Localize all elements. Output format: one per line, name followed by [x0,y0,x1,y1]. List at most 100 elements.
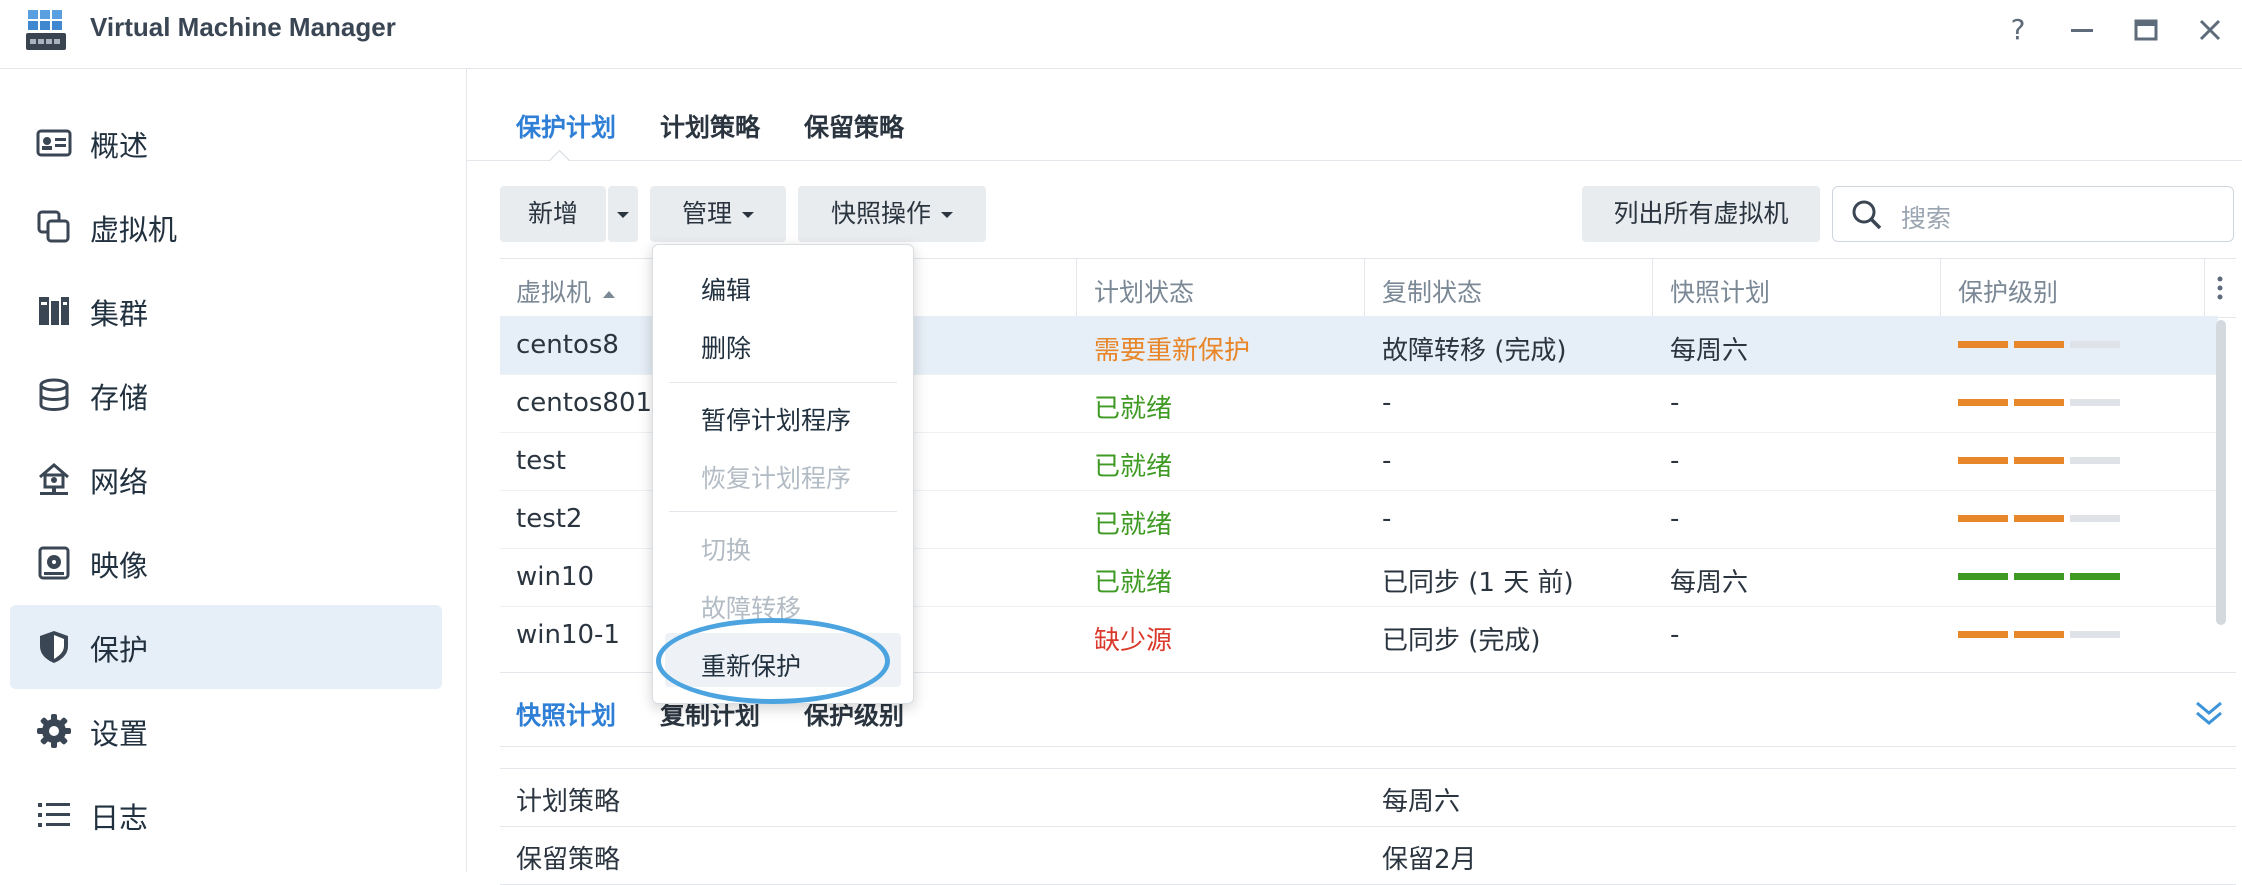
menu-item-switchover: 切换 [701,536,752,565]
cell-replication-status: - [1382,388,1392,418]
sidebar: 概述 虚拟机 集群 存储 网络 映像 保护 设置 日志 [0,69,467,872]
sidebar-item-label: 日志 [90,801,149,835]
snapshot-actions-label: 快照操作 [830,199,931,228]
add-button[interactable]: 新增 [500,186,606,242]
sidebar-item-label: 集群 [90,297,149,331]
cell-snapshot-plan: - [1670,620,1680,650]
menu-item-delete[interactable]: 删除 [701,329,751,365]
tab-retention-policy[interactable]: 保留策略 [804,108,904,144]
protection-level-segment [2070,341,2120,348]
protection-level-segment [1958,457,2008,464]
help-button[interactable]: ? [1998,12,2038,48]
column-header-replication-status[interactable]: 复制状态 [1382,273,1482,309]
sidebar-item-label: 虚拟机 [90,213,178,247]
protection-level-segment [2014,515,2064,522]
cell-plan-status: 已就绪 [1094,394,1173,424]
column-header-vm[interactable]: 虚拟机 [516,273,615,309]
sort-ascending-icon [602,290,615,298]
column-separator [1652,259,1653,317]
cell-replication-status: 故障转移 (完成) [1382,336,1567,366]
search-input[interactable]: 搜索 [1901,199,1951,235]
cell-replication-status: 已同步 (1 天 前) [1382,568,1574,598]
caret-down-icon [617,212,629,218]
list-icon [36,797,72,833]
tab-protection-plan[interactable]: 保护计划 [516,108,616,144]
cell-snapshot-plan: - [1670,388,1680,418]
cell-plan-status: 需要重新保护 [1094,336,1251,366]
menu-item-edit[interactable]: 编辑 [701,271,751,307]
menu-separator [669,382,897,383]
column-header-snapshot-plan[interactable]: 快照计划 [1670,273,1770,309]
tab-divider [466,160,2242,161]
protection-level-segment [2014,631,2064,638]
protection-level-segment [2070,573,2120,580]
sidebar-item-label: 存储 [90,381,149,415]
protection-level-segment [1958,341,2008,348]
reprotect-highlight-ring [656,618,890,704]
add-dropdown-button[interactable] [608,186,638,242]
minimize-button[interactable] [2062,12,2102,48]
sidebar-item-label: 设置 [90,717,149,751]
details-tab-divider [500,746,2236,747]
protection-level-segment [2014,457,2064,464]
sidebar-item-overview[interactable]: 概述 [10,101,442,185]
detail-key: 计划策略 [516,787,621,817]
vmm-app-icon [24,8,68,52]
active-tab-pointer [548,149,571,172]
cell-snapshot-plan: 每周六 [1670,568,1749,598]
list-all-vms-button[interactable]: 列出所有虚拟机 [1582,186,1820,242]
menu-item-pause-scheduler[interactable]: 暂停计划程序 [701,401,851,437]
cell-vm: test2 [516,504,583,534]
detail-row: 保留策略 保留2月 [500,827,2236,885]
column-options-icon[interactable] [2216,275,2224,305]
column-header-protection-level[interactable]: 保护级别 [1958,273,2058,309]
vm-copy-icon [36,209,72,245]
sidebar-item-vm[interactable]: 虚拟机 [10,185,442,269]
detail-value: 保留2月 [1382,845,1477,875]
sidebar-item-label: 网络 [90,465,149,499]
cell-snapshot-plan: 每周六 [1670,336,1749,366]
column-separator [1940,259,1941,317]
protection-level-segment [2070,457,2120,464]
cell-snapshot-plan: - [1670,446,1680,476]
sidebar-item-label: 映像 [90,549,149,583]
search-field[interactable]: 搜索 [1832,186,2234,242]
cell-plan-status: 已就绪 [1094,510,1173,540]
manage-label: 管理 [681,199,732,228]
gear-icon [36,713,72,749]
image-disk-icon [36,545,72,581]
manage-button[interactable]: 管理 [650,186,786,242]
protection-level-segment [2070,399,2120,406]
detail-row: 计划策略 每周六 [500,769,2236,827]
tab-schedule-policy[interactable]: 计划策略 [660,108,760,144]
cell-replication-status: - [1382,446,1392,476]
cell-vm: test [516,446,566,476]
sidebar-item-log[interactable]: 日志 [10,773,442,857]
table-scrollbar[interactable] [2216,320,2226,625]
close-button[interactable] [2190,12,2230,48]
sidebar-item-protection[interactable]: 保护 [10,605,442,689]
column-separator [1364,259,1365,317]
protection-level-segment [2070,631,2120,638]
column-header-label: 虚拟机 [516,278,592,307]
sidebar-item-cluster[interactable]: 集群 [10,269,442,353]
cell-vm: win10 [516,562,595,592]
sidebar-item-storage[interactable]: 存储 [10,353,442,437]
column-header-plan-status[interactable]: 计划状态 [1094,273,1194,309]
collapse-panel-icon[interactable] [2194,698,2224,732]
shield-icon [36,629,72,665]
cell-vm: centos801 [516,388,653,418]
maximize-button[interactable] [2126,12,2166,48]
sidebar-item-settings[interactable]: 设置 [10,689,442,773]
protection-level-segment [1958,399,2008,406]
search-icon [1851,199,1883,235]
snapshot-actions-button[interactable]: 快照操作 [798,186,986,242]
cell-replication-status: - [1382,504,1392,534]
protection-level-segment [2014,399,2064,406]
sidebar-item-image[interactable]: 映像 [10,521,442,605]
tab-snapshot-plan[interactable]: 快照计划 [516,696,616,732]
sidebar-item-network[interactable]: 网络 [10,437,442,521]
cell-snapshot-plan: - [1670,504,1680,534]
app-title: Virtual Machine Manager [90,12,396,42]
caret-down-icon [742,212,754,218]
